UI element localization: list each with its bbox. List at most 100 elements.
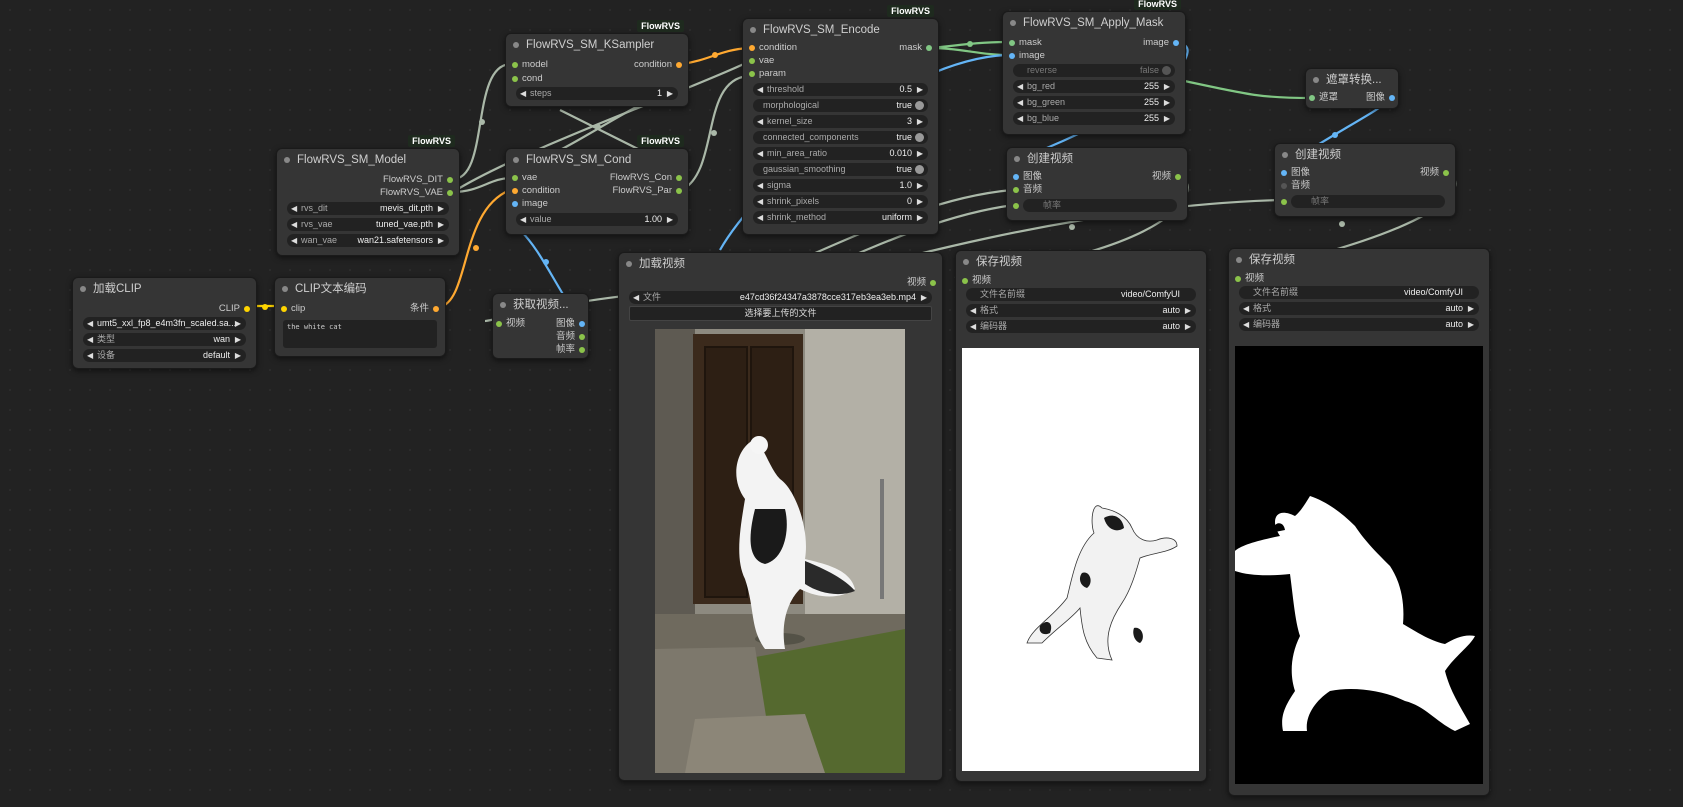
node-title[interactable]: FlowRVS_SM_Apply_Mask [1003,12,1185,34]
input-video[interactable]: 视频 [496,317,525,331]
arrow-left-icon[interactable]: ◀ [87,317,93,330]
collapse-dot-icon[interactable] [513,157,519,163]
arrow-left-icon[interactable]: ◀ [1243,302,1249,315]
input-cond[interactable]: cond [512,72,543,86]
arrow-right-icon[interactable]: ▶ [1185,304,1191,317]
output-image[interactable]: 图像 [556,317,585,331]
arrow-left-icon[interactable]: ◀ [1017,112,1023,125]
arrow-left-icon[interactable]: ◀ [757,115,763,128]
arrow-left-icon[interactable]: ◀ [520,213,526,226]
collapse-dot-icon[interactable] [1010,20,1016,26]
bg-green-number[interactable]: ◀ bg_green 255 ▶ [1013,96,1175,109]
node-title[interactable]: 保存视频 [1229,249,1489,271]
node-title[interactable]: FlowRVS_SM_Cond [506,149,688,171]
arrow-right-icon[interactable]: ▶ [1164,80,1170,93]
filename-prefix-input[interactable]: 文件名前缀 video/ComfyUI [966,288,1196,301]
steps-number[interactable]: ◀ steps 1 ▶ [516,87,678,100]
collapse-dot-icon[interactable] [1282,152,1288,158]
arrow-right-icon[interactable]: ▶ [917,179,923,192]
input-video[interactable]: 视频 [1235,272,1264,286]
masked-video-preview[interactable] [962,348,1199,771]
arrow-right-icon[interactable]: ▶ [1164,112,1170,125]
collapse-dot-icon[interactable] [80,286,86,292]
node-title[interactable]: 保存视频 [956,251,1206,273]
load-clip-node[interactable]: 加载CLIP CLIP ◀ umt5_xxl_fp8_e4m3fn_scaled.… [72,277,257,369]
arrow-left-icon[interactable]: ◀ [1243,318,1249,331]
input-param[interactable]: param [749,67,786,81]
arrow-right-icon[interactable]: ▶ [917,211,923,224]
arrow-left-icon[interactable]: ◀ [757,147,763,160]
create-video-node-2[interactable]: 创建视频 图像 视频 音频 帧率 [1274,143,1456,217]
arrow-left-icon[interactable]: ◀ [970,304,976,317]
flowrvs-model-node[interactable]: FlowRVS FlowRVS_SM_Model FlowRVS_DIT Flo… [276,135,460,256]
wan-vae-combo[interactable]: ◀ wan_vae wan21.safetensors ▶ [287,234,449,247]
output-image[interactable]: 图像 [1366,91,1395,105]
arrow-right-icon[interactable]: ▶ [1468,302,1474,315]
mask-to-image-node[interactable]: 遮罩转换... 遮罩 图像 [1305,68,1399,109]
input-mask[interactable]: mask [1009,36,1042,50]
format-combo[interactable]: ◀ 格式 auto ▶ [966,304,1196,317]
shrink-method-combo[interactable]: ◀ shrink_method uniform ▶ [753,211,928,224]
clip-type-combo[interactable]: ◀ 类型 wan ▶ [83,333,246,346]
connected-components-toggle[interactable]: connected_components true [753,131,928,144]
fps-port-icon[interactable] [1013,203,1019,209]
input-image[interactable]: 图像 [1281,166,1310,180]
fps-input[interactable]: 帧率 [1023,199,1177,212]
fps-port-icon[interactable] [1281,199,1287,205]
clip-name-combo[interactable]: ◀ umt5_xxl_fp8_e4m3fn_scaled.sa... ▶ [83,317,246,330]
flowrvs-apply-mask-node[interactable]: FlowRVS FlowRVS_SM_Apply_Mask mask image… [1002,0,1186,135]
arrow-right-icon[interactable]: ▶ [438,234,444,247]
arrow-left-icon[interactable]: ◀ [291,234,297,247]
arrow-left-icon[interactable]: ◀ [520,87,526,100]
arrow-right-icon[interactable]: ▶ [667,213,673,226]
input-vae[interactable]: vae [749,54,774,68]
collapse-dot-icon[interactable] [513,42,519,48]
node-title[interactable]: 加载视频 [619,253,942,275]
toggle-knob-icon[interactable] [915,133,924,142]
fps-input[interactable]: 帧率 [1291,195,1445,208]
node-title[interactable]: 创建视频 [1275,144,1455,166]
output-dit[interactable]: FlowRVS_DIT [383,173,453,187]
collapse-dot-icon[interactable] [963,259,969,265]
collapse-dot-icon[interactable] [1236,257,1242,263]
output-con[interactable]: FlowRVS_Con [610,171,682,185]
node-title[interactable]: FlowRVS_SM_KSampler [506,34,688,56]
flowrvs-ksampler-node[interactable]: FlowRVS FlowRVS_SM_KSampler model condit… [505,20,689,107]
node-title[interactable]: FlowRVS_SM_Model [277,149,459,171]
arrow-right-icon[interactable]: ▶ [917,195,923,208]
input-mask[interactable]: 遮罩 [1309,91,1338,105]
arrow-left-icon[interactable]: ◀ [1017,80,1023,93]
clip-device-combo[interactable]: ◀ 设备 default ▶ [83,349,246,362]
arrow-right-icon[interactable]: ▶ [921,291,927,304]
input-condition[interactable]: condition [749,41,797,55]
arrow-right-icon[interactable]: ▶ [667,87,673,100]
toggle-knob-icon[interactable] [1162,66,1171,75]
output-audio[interactable]: 音频 [556,330,585,344]
output-video[interactable]: 视频 [907,276,936,290]
load-video-node[interactable]: 加载视频 视频 ◀ 文件 e47cd36f24347a3878cce317eb3ea… [618,252,943,781]
arrow-left-icon[interactable]: ◀ [1017,96,1023,109]
clip-text-encode-node[interactable]: CLIP文本编码 clip 条件 the white cat [274,277,446,357]
create-video-node-1[interactable]: 创建视频 图像 视频 音频 帧率 [1006,147,1188,221]
arrow-left-icon[interactable]: ◀ [291,202,297,215]
collapse-dot-icon[interactable] [1313,77,1319,83]
output-conditioning[interactable]: 条件 [410,302,439,316]
arrow-left-icon[interactable]: ◀ [757,83,763,96]
threshold-number[interactable]: ◀ threshold 0.5 ▶ [753,83,928,96]
arrow-left-icon[interactable]: ◀ [757,179,763,192]
bg-blue-number[interactable]: ◀ bg_blue 255 ▶ [1013,112,1175,125]
rvs-dit-combo[interactable]: ◀ rvs_dit mevis_dit.pth ▶ [287,202,449,215]
arrow-right-icon[interactable]: ▶ [438,218,444,231]
flowrvs-cond-node[interactable]: FlowRVS FlowRVS_SM_Cond vae FlowRVS_Con … [505,135,689,235]
input-video-preview[interactable] [655,329,905,773]
input-audio[interactable]: 音频 [1013,183,1042,197]
output-image[interactable]: image [1143,36,1179,50]
node-title[interactable]: 加载CLIP [73,278,256,300]
input-clip[interactable]: clip [281,302,305,316]
node-title[interactable]: CLIP文本编码 [275,278,445,300]
input-condition[interactable]: condition [512,184,560,198]
gaussian-smoothing-toggle[interactable]: gaussian_smoothing true [753,163,928,176]
output-clip[interactable]: CLIP [219,302,250,316]
input-image[interactable]: image [512,197,548,211]
arrow-right-icon[interactable]: ▶ [235,317,241,330]
